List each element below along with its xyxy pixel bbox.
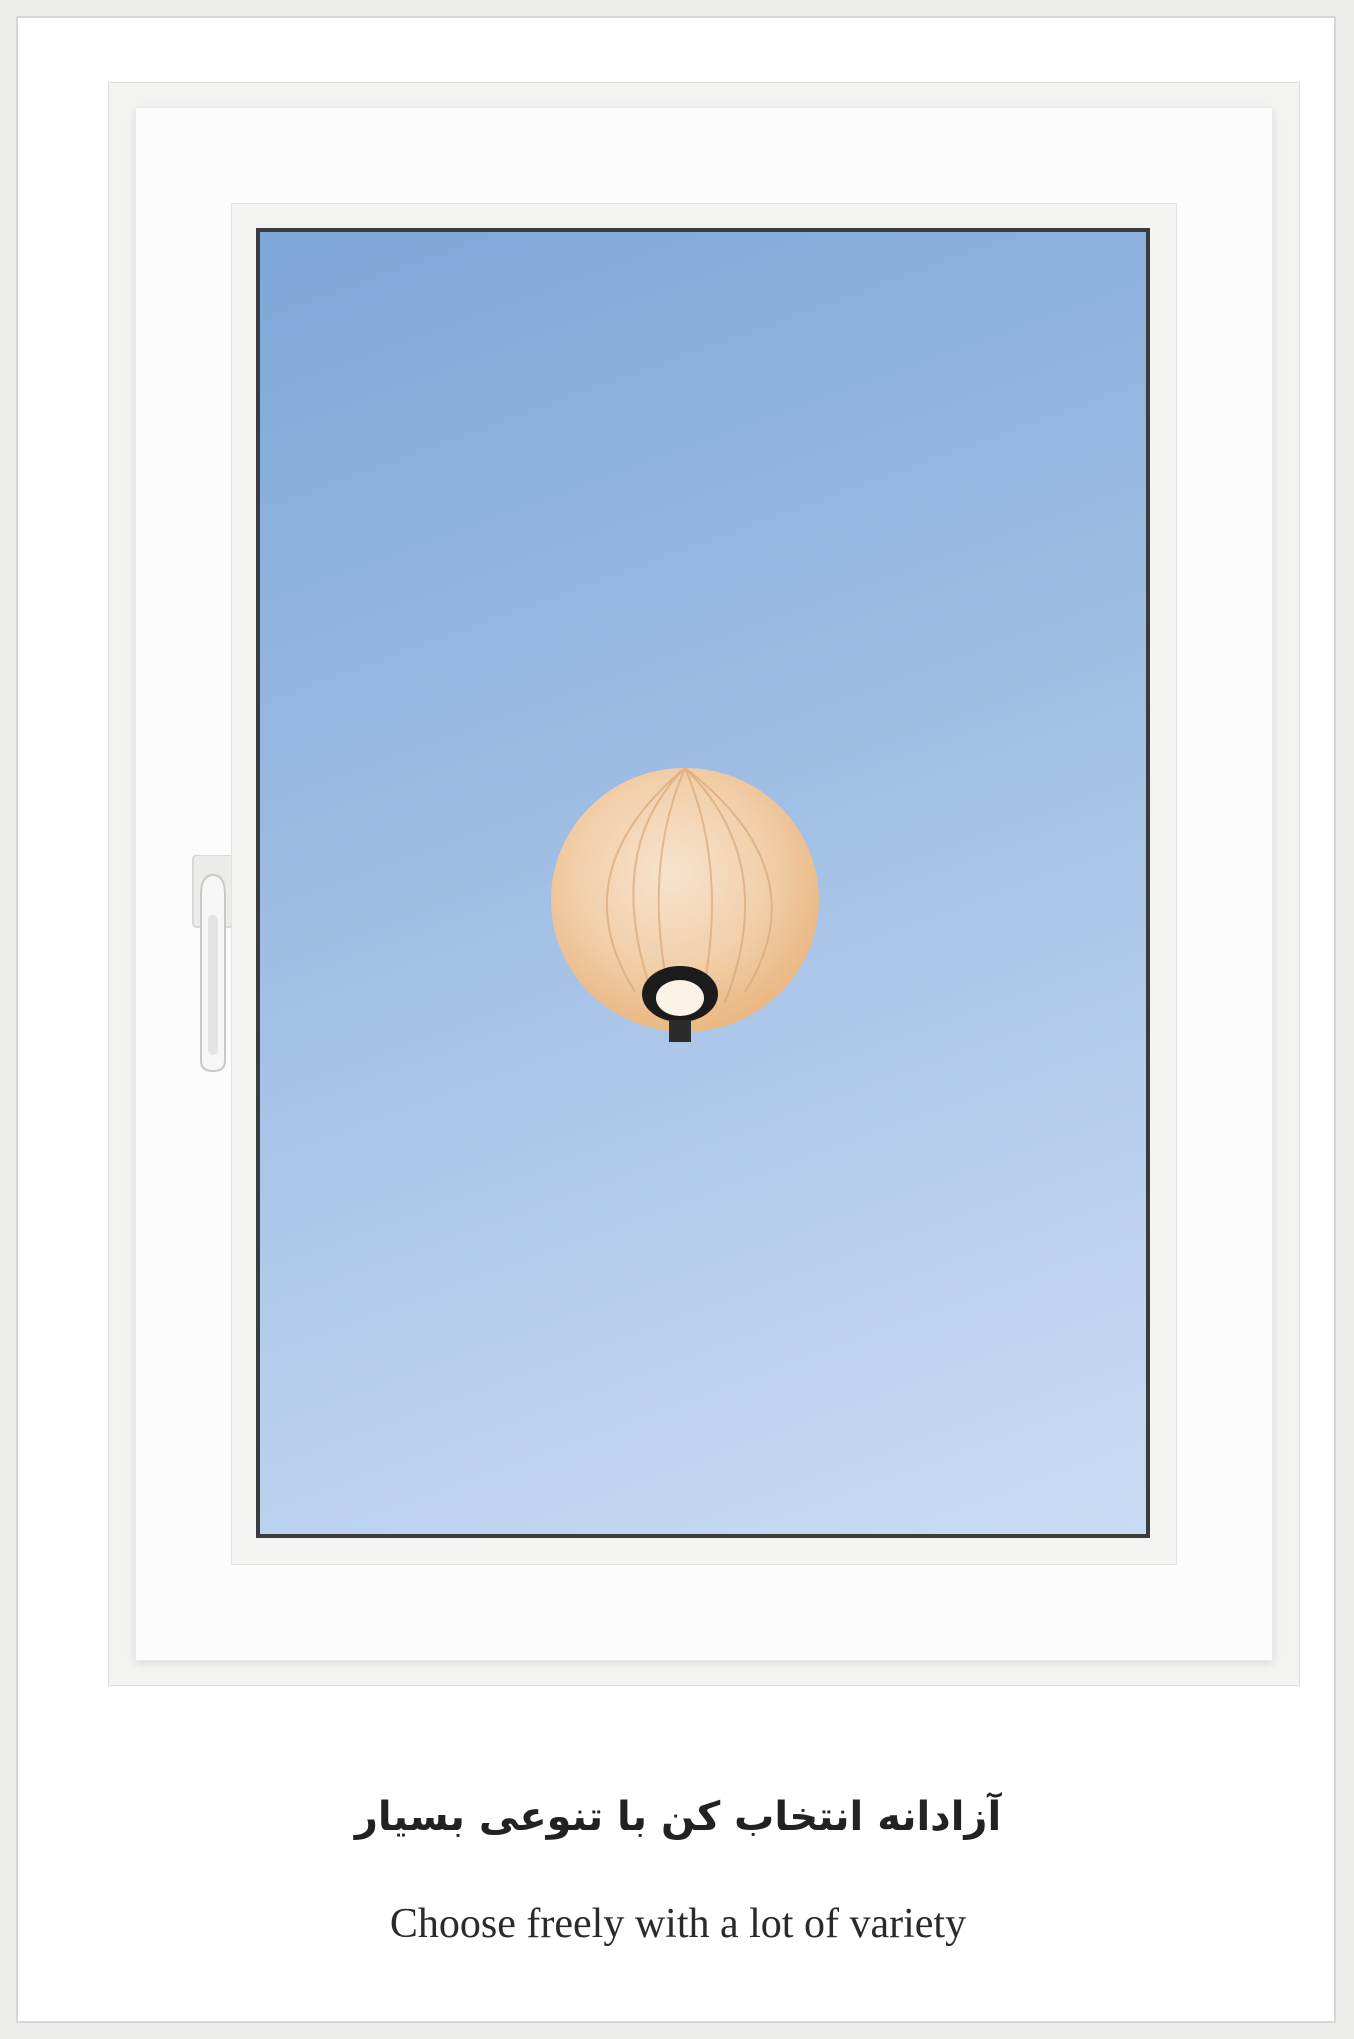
window-sash [135,107,1273,1661]
hot-air-balloon-icon [551,767,819,1042]
caption-title: آزادانه انتخاب کن با تنوعی بسیار [354,1794,1002,1840]
caption-subtitle: Choose freely with a lot of variety [389,1901,967,1947]
window-frame [108,82,1300,1686]
window-glass-view [256,228,1150,1538]
glass-bead [231,203,1177,1565]
product-card: آزادانه انتخاب کن با تنوعی بسیار Choose … [16,16,1336,2023]
window-handle-icon [192,855,234,1073]
